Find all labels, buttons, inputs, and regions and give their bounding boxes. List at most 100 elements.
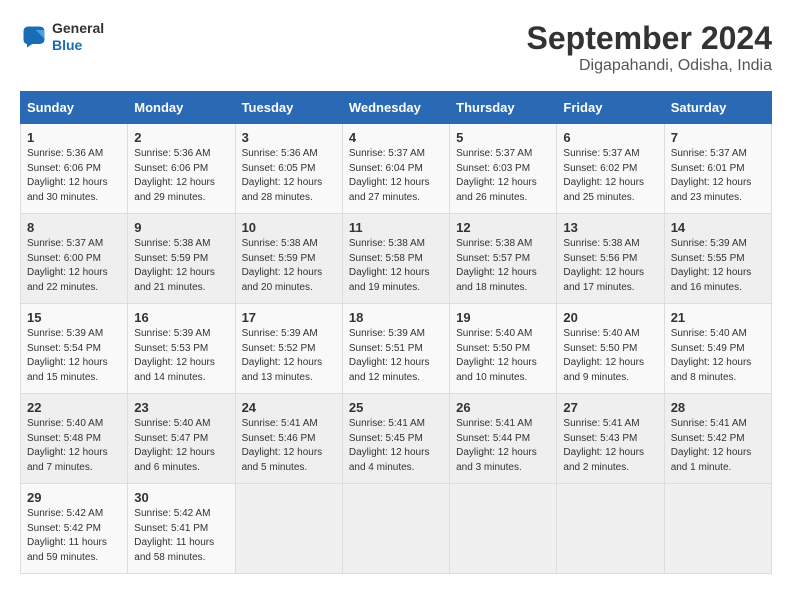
day-number: 1 bbox=[27, 130, 121, 145]
day-number: 13 bbox=[563, 220, 657, 235]
calendar-week-row: 8Sunrise: 5:37 AM Sunset: 6:00 PM Daylig… bbox=[21, 214, 772, 304]
calendar-cell: 4 Sunrise: 5:37 AM Sunset: 6:04 PM Daylig… bbox=[342, 124, 449, 214]
calendar-cell: 17 Sunrise: 5:39 AM Sunset: 5:52 PM Dayli… bbox=[235, 304, 342, 394]
day-number: 5 bbox=[456, 130, 550, 145]
col-friday: Friday bbox=[557, 92, 664, 124]
calendar-cell: 7 Sunrise: 5:37 AM Sunset: 6:01 PM Daylig… bbox=[664, 124, 771, 214]
logo-icon bbox=[20, 23, 48, 51]
day-number: 29 bbox=[27, 490, 121, 505]
day-number: 15 bbox=[27, 310, 121, 325]
day-number: 30 bbox=[134, 490, 228, 505]
day-number: 2 bbox=[134, 130, 228, 145]
day-detail: Sunrise: 5:40 AM Sunset: 5:47 PM Dayligh… bbox=[134, 417, 228, 475]
calendar-cell bbox=[235, 484, 342, 574]
calendar-header-row: Sunday Monday Tuesday Wednesday Thursday… bbox=[21, 92, 772, 124]
day-detail: Sunrise: 5:37 AM Sunset: 6:01 PM Dayligh… bbox=[671, 147, 765, 205]
day-detail: Sunrise: 5:39 AM Sunset: 5:52 PM Dayligh… bbox=[242, 327, 336, 385]
day-number: 4 bbox=[349, 130, 443, 145]
col-saturday: Saturday bbox=[664, 92, 771, 124]
day-detail: Sunrise: 5:38 AM Sunset: 5:58 PM Dayligh… bbox=[349, 237, 443, 295]
calendar-cell: 23 Sunrise: 5:40 AM Sunset: 5:47 PM Dayli… bbox=[128, 394, 235, 484]
day-number: 27 bbox=[563, 400, 657, 415]
day-detail: Sunrise: 5:42 AM Sunset: 5:41 PM Dayligh… bbox=[134, 507, 228, 565]
day-number: 12 bbox=[456, 220, 550, 235]
day-number: 3 bbox=[242, 130, 336, 145]
day-detail: Sunrise: 5:42 AM Sunset: 5:42 PM Dayligh… bbox=[27, 507, 121, 565]
day-detail: Sunrise: 5:37 AM Sunset: 6:00 PM Dayligh… bbox=[27, 237, 121, 295]
calendar-cell: 9 Sunrise: 5:38 AM Sunset: 5:59 PM Daylig… bbox=[128, 214, 235, 304]
day-detail: Sunrise: 5:39 AM Sunset: 5:53 PM Dayligh… bbox=[134, 327, 228, 385]
calendar-cell: 27 Sunrise: 5:41 AM Sunset: 5:43 PM Dayli… bbox=[557, 394, 664, 484]
day-number: 23 bbox=[134, 400, 228, 415]
day-number: 22 bbox=[27, 400, 121, 415]
day-detail: Sunrise: 5:41 AM Sunset: 5:44 PM Dayligh… bbox=[456, 417, 550, 475]
col-monday: Monday bbox=[128, 92, 235, 124]
calendar-cell: 24 Sunrise: 5:41 AM Sunset: 5:46 PM Dayli… bbox=[235, 394, 342, 484]
calendar-cell: 19 Sunrise: 5:40 AM Sunset: 5:50 PM Dayli… bbox=[450, 304, 557, 394]
calendar-cell: 12Sunrise: 5:38 AM Sunset: 5:57 PM Dayli… bbox=[450, 214, 557, 304]
day-number: 10 bbox=[242, 220, 336, 235]
day-detail: Sunrise: 5:38 AM Sunset: 5:59 PM Dayligh… bbox=[134, 237, 228, 295]
day-detail: Sunrise: 5:37 AM Sunset: 6:04 PM Dayligh… bbox=[349, 147, 443, 205]
calendar-cell: 5Sunrise: 5:37 AM Sunset: 6:03 PM Daylig… bbox=[450, 124, 557, 214]
calendar-cell: 6Sunrise: 5:37 AM Sunset: 6:02 PM Daylig… bbox=[557, 124, 664, 214]
calendar-week-row: 15 Sunrise: 5:39 AM Sunset: 5:54 PM Dayli… bbox=[21, 304, 772, 394]
calendar-cell bbox=[450, 484, 557, 574]
day-detail: Sunrise: 5:39 AM Sunset: 5:54 PM Dayligh… bbox=[27, 327, 121, 385]
calendar-cell: 18Sunrise: 5:39 AM Sunset: 5:51 PM Dayli… bbox=[342, 304, 449, 394]
logo-text: General Blue bbox=[52, 20, 104, 54]
day-detail: Sunrise: 5:37 AM Sunset: 6:02 PM Dayligh… bbox=[563, 147, 657, 205]
calendar-cell: 3 Sunrise: 5:36 AM Sunset: 6:05 PM Daylig… bbox=[235, 124, 342, 214]
day-detail: Sunrise: 5:36 AM Sunset: 6:05 PM Dayligh… bbox=[242, 147, 336, 205]
day-number: 19 bbox=[456, 310, 550, 325]
day-detail: Sunrise: 5:41 AM Sunset: 5:46 PM Dayligh… bbox=[242, 417, 336, 475]
col-thursday: Thursday bbox=[450, 92, 557, 124]
day-number: 25 bbox=[349, 400, 443, 415]
day-detail: Sunrise: 5:41 AM Sunset: 5:42 PM Dayligh… bbox=[671, 417, 765, 475]
calendar-cell: 1Sunrise: 5:36 AM Sunset: 6:06 PM Daylig… bbox=[21, 124, 128, 214]
calendar-cell: 11 Sunrise: 5:38 AM Sunset: 5:58 PM Dayli… bbox=[342, 214, 449, 304]
day-number: 9 bbox=[134, 220, 228, 235]
calendar-cell bbox=[557, 484, 664, 574]
day-number: 26 bbox=[456, 400, 550, 415]
calendar-cell: 10Sunrise: 5:38 AM Sunset: 5:59 PM Dayli… bbox=[235, 214, 342, 304]
calendar-cell: 8Sunrise: 5:37 AM Sunset: 6:00 PM Daylig… bbox=[21, 214, 128, 304]
day-number: 24 bbox=[242, 400, 336, 415]
month-title: September 2024 bbox=[527, 20, 772, 57]
col-sunday: Sunday bbox=[21, 92, 128, 124]
day-detail: Sunrise: 5:41 AM Sunset: 5:43 PM Dayligh… bbox=[563, 417, 657, 475]
calendar-cell: 14 Sunrise: 5:39 AM Sunset: 5:55 PM Dayli… bbox=[664, 214, 771, 304]
calendar-cell: 25 Sunrise: 5:41 AM Sunset: 5:45 PM Dayli… bbox=[342, 394, 449, 484]
day-detail: Sunrise: 5:39 AM Sunset: 5:55 PM Dayligh… bbox=[671, 237, 765, 295]
day-detail: Sunrise: 5:40 AM Sunset: 5:48 PM Dayligh… bbox=[27, 417, 121, 475]
day-number: 7 bbox=[671, 130, 765, 145]
calendar-cell: 15 Sunrise: 5:39 AM Sunset: 5:54 PM Dayli… bbox=[21, 304, 128, 394]
day-detail: Sunrise: 5:41 AM Sunset: 5:45 PM Dayligh… bbox=[349, 417, 443, 475]
calendar-table: Sunday Monday Tuesday Wednesday Thursday… bbox=[20, 91, 772, 574]
calendar-cell bbox=[342, 484, 449, 574]
day-detail: Sunrise: 5:40 AM Sunset: 5:50 PM Dayligh… bbox=[456, 327, 550, 385]
day-number: 17 bbox=[242, 310, 336, 325]
calendar-cell: 22 Sunrise: 5:40 AM Sunset: 5:48 PM Dayli… bbox=[21, 394, 128, 484]
col-tuesday: Tuesday bbox=[235, 92, 342, 124]
day-number: 14 bbox=[671, 220, 765, 235]
calendar-week-row: 29 Sunrise: 5:42 AM Sunset: 5:42 PM Dayli… bbox=[21, 484, 772, 574]
calendar-cell: 13 Sunrise: 5:38 AM Sunset: 5:56 PM Dayli… bbox=[557, 214, 664, 304]
day-detail: Sunrise: 5:38 AM Sunset: 5:56 PM Dayligh… bbox=[563, 237, 657, 295]
day-number: 20 bbox=[563, 310, 657, 325]
calendar-cell: 16 Sunrise: 5:39 AM Sunset: 5:53 PM Dayli… bbox=[128, 304, 235, 394]
calendar-cell: 28Sunrise: 5:41 AM Sunset: 5:42 PM Dayli… bbox=[664, 394, 771, 484]
location: Digapahandi, Odisha, India bbox=[527, 57, 772, 75]
calendar-cell: 20 Sunrise: 5:40 AM Sunset: 5:50 PM Dayli… bbox=[557, 304, 664, 394]
day-number: 16 bbox=[134, 310, 228, 325]
calendar-cell: 21 Sunrise: 5:40 AM Sunset: 5:49 PM Dayli… bbox=[664, 304, 771, 394]
day-detail: Sunrise: 5:36 AM Sunset: 6:06 PM Dayligh… bbox=[134, 147, 228, 205]
calendar-cell: 29 Sunrise: 5:42 AM Sunset: 5:42 PM Dayli… bbox=[21, 484, 128, 574]
day-number: 21 bbox=[671, 310, 765, 325]
calendar-week-row: 1 Sunrise: 5:36 AM Sunset: 6:06 PM Daylig… bbox=[21, 124, 772, 214]
logo: General Blue bbox=[20, 20, 104, 54]
day-detail: Sunrise: 5:40 AM Sunset: 5:50 PM Dayligh… bbox=[563, 327, 657, 385]
day-number: 11 bbox=[349, 220, 443, 235]
day-detail: Sunrise: 5:40 AM Sunset: 5:49 PM Dayligh… bbox=[671, 327, 765, 385]
page-header: General Blue September 2024 Digapahandi,… bbox=[20, 20, 772, 75]
